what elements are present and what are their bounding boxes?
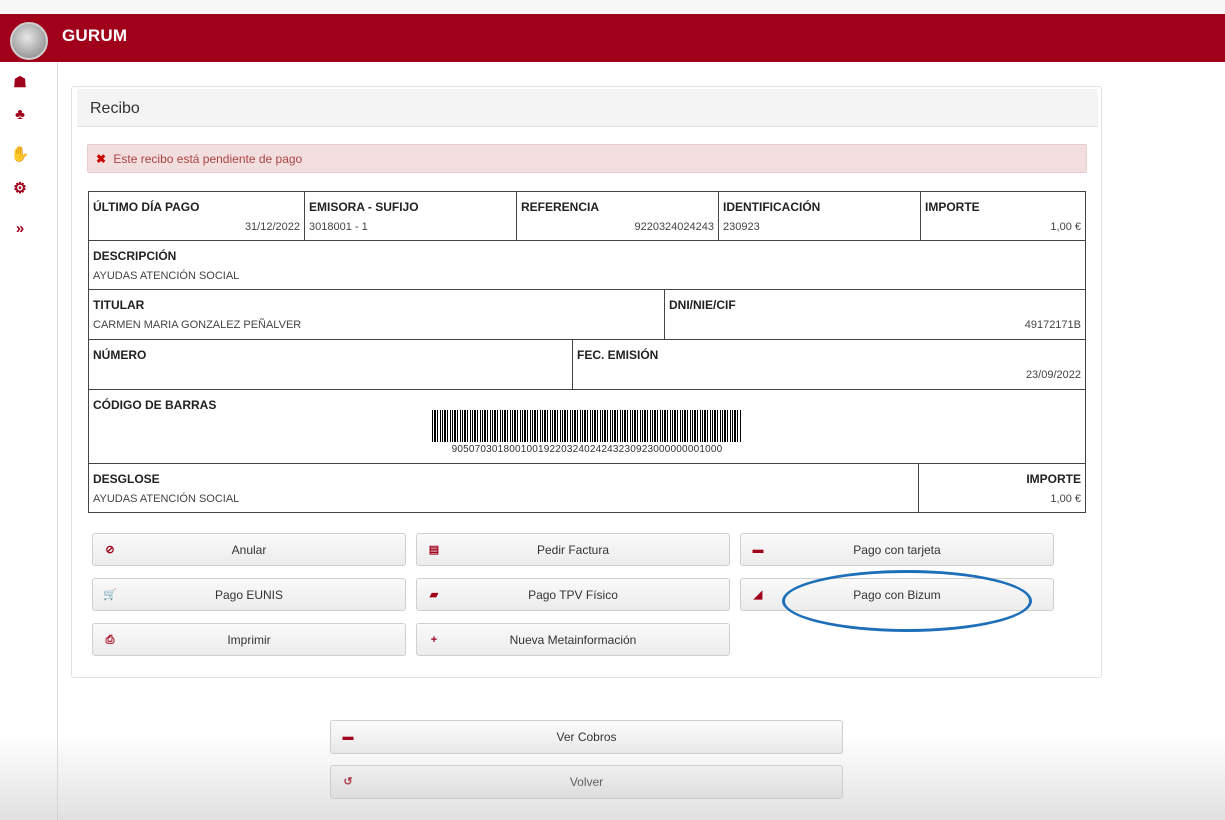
credit-card-icon: ▬ xyxy=(752,544,764,556)
page-title: Recibo xyxy=(90,100,140,117)
app-header xyxy=(0,14,1225,62)
numero-cell: NÚMERO xyxy=(88,339,573,390)
descripcion-cell: DESCRIPCIÓN AYUDAS ATENCIÓN SOCIAL xyxy=(88,240,1086,290)
dni-label: DNI/NIE/CIF xyxy=(669,298,736,312)
alert-text: Este recibo está pendiente de pago xyxy=(113,152,303,166)
plus-icon: + xyxy=(430,634,438,646)
emisora-label: EMISORA - SUFIJO xyxy=(309,200,419,214)
cart-icon: 🛒 xyxy=(103,589,117,601)
pago-eunis-button[interactable]: 🛒 Pago EUNIS xyxy=(92,578,406,611)
sitemap-icon[interactable]: ♣ xyxy=(0,98,40,130)
identificacion-cell: IDENTIFICACIÓN 230923 xyxy=(718,191,921,241)
ultimo-dia-pago-label: ÚLTIMO DÍA PAGO xyxy=(93,200,200,214)
pago-tpv-button[interactable]: ▰ Pago TPV Físico xyxy=(416,578,730,611)
identificacion-label: IDENTIFICACIÓN xyxy=(723,200,821,214)
ultimo-dia-pago-value: 31/12/2022 xyxy=(244,221,300,233)
pago-tarjeta-button[interactable]: ▬ Pago con tarjeta xyxy=(740,533,1054,566)
document-icon: ▤ xyxy=(428,544,440,556)
university-logo-icon[interactable] xyxy=(10,22,48,60)
book-icon: ▰ xyxy=(429,589,439,601)
credit-card-icon: ▬ xyxy=(342,731,354,743)
panel-header xyxy=(77,89,1098,127)
volver-button[interactable]: ↺ Volver xyxy=(330,765,843,799)
imprimir-button[interactable]: ⎙ Imprimir xyxy=(92,623,406,656)
fec-emision-label: FEC. EMISIÓN xyxy=(577,348,659,362)
barcode-number: 9050703018001001922032402424323092300000… xyxy=(451,444,723,455)
importe-cell: IMPORTE 1,00 € xyxy=(920,191,1086,241)
emisora-value: 3018001 - 1 xyxy=(309,221,368,233)
gears-icon[interactable]: ⚙ xyxy=(0,172,40,204)
sidebar: ☗ ♣ ✋ ⚙ » xyxy=(0,62,58,820)
emisora-cell: EMISORA - SUFIJO 3018001 - 1 xyxy=(304,191,517,241)
codigo-barras-label: CÓDIGO DE BARRAS xyxy=(93,398,217,412)
ban-icon: ⊘ xyxy=(105,544,115,556)
numero-label: NÚMERO xyxy=(93,348,147,362)
referencia-label: REFERENCIA xyxy=(521,200,600,214)
anular-button[interactable]: ⊘ Anular xyxy=(92,533,406,566)
titular-value: CARMEN MARIA GONZALEZ PEÑALVER xyxy=(93,319,302,331)
home-icon[interactable]: ☗ xyxy=(0,66,40,98)
pending-payment-alert: ✖ Este recibo está pendiente de pago xyxy=(87,144,1087,173)
titular-label: TITULAR xyxy=(93,298,145,312)
pedir-factura-button[interactable]: ▤ Pedir Factura xyxy=(416,533,730,566)
fec-emision-cell: FEC. EMISIÓN 23/09/2022 xyxy=(572,339,1086,390)
importe-value: 1,00 € xyxy=(1050,221,1081,233)
print-icon: ⎙ xyxy=(105,634,115,646)
ultimo-dia-pago-cell: ÚLTIMO DÍA PAGO 31/12/2022 xyxy=(88,191,305,241)
identificacion-value: 230923 xyxy=(723,221,760,233)
undo-icon: ↺ xyxy=(343,776,353,788)
expand-icon[interactable]: » xyxy=(0,212,40,244)
descripcion-label: DESCRIPCIÓN xyxy=(93,249,177,263)
app-title: GURUM xyxy=(62,26,128,45)
referencia-value: 9220324024243 xyxy=(634,221,714,233)
desglose-importe-label: IMPORTE xyxy=(1026,472,1081,486)
handshake-icon[interactable]: ✋ xyxy=(0,138,40,170)
highlight-circle-annotation xyxy=(782,570,1032,632)
referencia-cell: REFERENCIA 9220324024243 xyxy=(516,191,719,241)
dni-value: 49172171B xyxy=(1024,319,1081,331)
desglose-label: DESGLOSE xyxy=(93,472,160,486)
nueva-metainformacion-button[interactable]: + Nueva Metainformación xyxy=(416,623,730,656)
titular-cell: TITULAR CARMEN MARIA GONZALEZ PEÑALVER xyxy=(88,289,665,340)
desglose-cell: DESGLOSE AYUDAS ATENCIÓN SOCIAL xyxy=(88,463,919,513)
dni-cell: DNI/NIE/CIF 49172171B xyxy=(664,289,1086,340)
signal-icon: ◢ xyxy=(753,589,763,601)
desglose-importe-cell: IMPORTE 1,00 € xyxy=(918,463,1086,513)
desglose-value: AYUDAS ATENCIÓN SOCIAL xyxy=(93,493,240,505)
ver-cobros-button[interactable]: ▬ Ver Cobros xyxy=(330,720,843,754)
importe-label: IMPORTE xyxy=(925,200,980,214)
browser-top-strip xyxy=(0,0,1225,14)
barcode-image xyxy=(432,410,742,442)
error-icon: ✖ xyxy=(96,152,107,166)
desglose-importe-value: 1,00 € xyxy=(1050,493,1081,505)
fec-emision-value: 23/09/2022 xyxy=(1025,369,1081,381)
descripcion-value: AYUDAS ATENCIÓN SOCIAL xyxy=(93,270,240,282)
